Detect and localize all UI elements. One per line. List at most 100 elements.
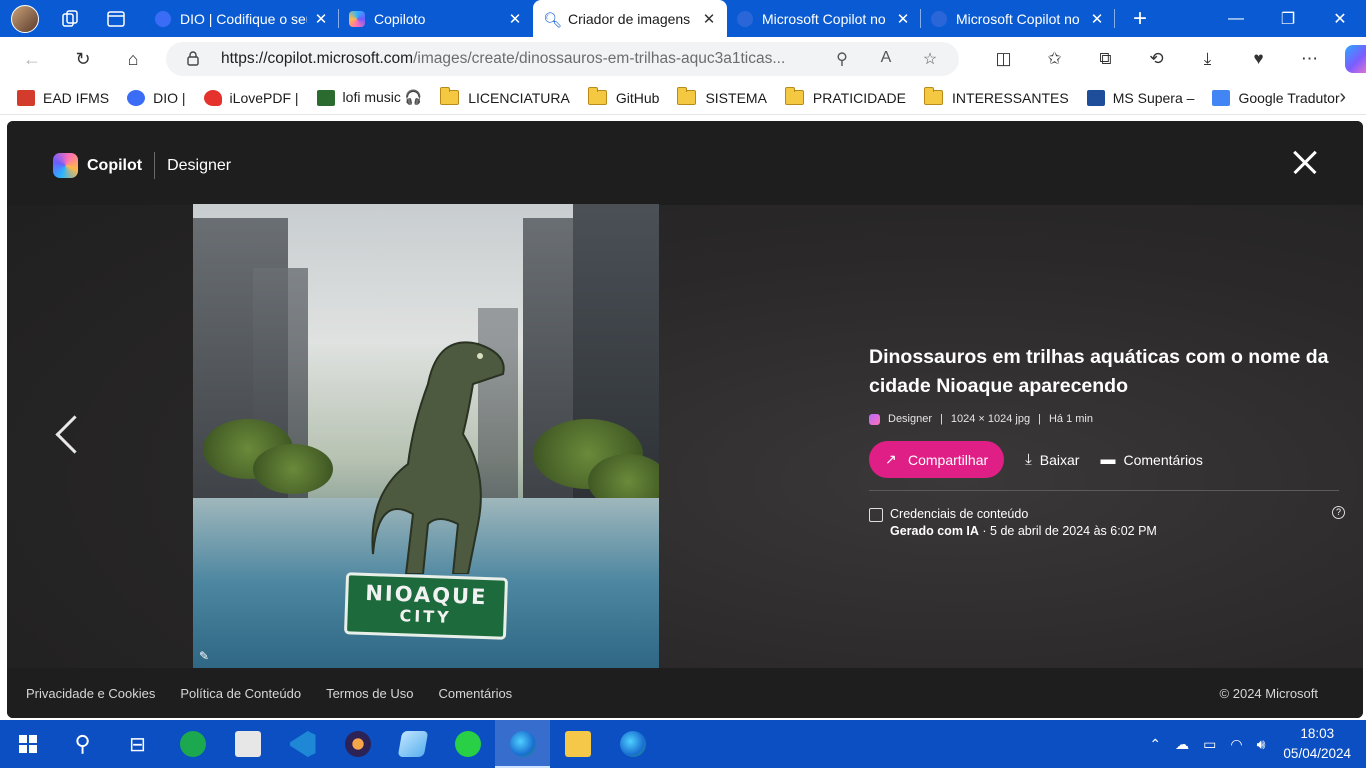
comments-button[interactable]: ▬ Comentários [1100,451,1202,468]
credentials-date: · 5 de abril de 2024 às 6:02 PM [982,524,1157,538]
evernote-app-icon[interactable] [165,720,220,768]
restore-icon[interactable]: ❐ [1262,0,1314,37]
favorites-bar: EAD IFMS DIO | iLovePDF | lofi music 🎧 L… [0,81,1366,115]
whatsapp-app-icon[interactable] [440,720,495,768]
close-tab-icon[interactable]: ✕ [1089,10,1105,28]
eclipse-app-icon[interactable] [330,720,385,768]
battery-icon[interactable]: ▭ [1203,736,1216,753]
lock-icon[interactable] [186,50,202,69]
profile-avatar[interactable] [11,4,39,33]
taskbar-search-icon[interactable]: ⚲ [55,720,110,768]
folder-sistema[interactable]: SISTEMA [677,87,767,106]
window-close-icon[interactable]: ✕ [1314,0,1366,37]
footer-link-feedback[interactable]: Comentários [438,686,512,701]
url-text[interactable]: https://copilot.microsoft.com/images/cre… [221,50,816,68]
meta-source: Designer [888,413,933,425]
home-icon[interactable]: ⌂ [121,47,145,71]
download-icon: ⤓ [1025,451,1032,468]
brand[interactable]: Copilot Designer [53,152,231,179]
tab-title: Criador de imagens [568,10,691,27]
folder-licenciatura[interactable]: LICENCIATURA [440,87,570,106]
vscode-app-icon[interactable] [275,720,330,768]
favorite-ead-ifms[interactable]: EAD IFMS [17,89,109,106]
copilot-sidebar-icon[interactable] [1345,45,1366,73]
volume-icon[interactable]: 🔊︎ [1257,736,1266,753]
notes-app-icon[interactable] [385,720,440,768]
close-tab-icon[interactable]: ✕ [507,10,523,28]
previous-image-chevron-icon[interactable] [55,414,79,454]
zoom-icon[interactable]: ⚲ [831,49,853,69]
wifi-icon[interactable]: ◠ [1230,736,1242,753]
content-credentials: Credenciais de conteúdo Gerado com IA · … [869,506,1345,540]
tab-copilot-bing-1[interactable]: Microsoft Copilot no Bing ✕ [727,0,921,37]
close-tab-icon[interactable]: ✕ [895,10,911,28]
close-viewer-icon[interactable] [1293,150,1317,174]
tab-copilot-bing-2[interactable]: Microsoft Copilot no Bing ✕ [921,0,1115,37]
tab-title: Microsoft Copilot no Bing [956,10,1083,27]
start-button[interactable] [0,720,55,768]
show-hidden-icons-chevron-icon[interactable]: ⌃ [1149,736,1161,753]
meta-time: Há 1 min [1048,413,1093,425]
product-name: Designer [167,156,232,174]
dio-icon [127,89,146,106]
collections-icon[interactable]: ⧉ [1080,49,1131,69]
clock[interactable]: 18:03 05/04/2024 [1283,724,1351,764]
favorite-lofi-music[interactable]: lofi music 🎧 [316,89,422,106]
tab-title: DIO | Codifique o seu futuro [180,10,307,27]
close-tab-icon[interactable]: ✕ [701,10,717,28]
split-screen-icon[interactable]: ◫ [978,49,1029,69]
help-icon[interactable]: ? [1332,506,1345,519]
share-button[interactable]: ↗ Compartilhar [869,441,1005,478]
downloads-icon[interactable]: ⤓ [1182,49,1233,69]
folder-github[interactable]: GitHub [587,87,659,106]
browser-essentials-icon[interactable]: ♥ [1233,49,1284,69]
credentials-label: Credenciais de conteúdo [890,507,1029,521]
window-controls: — ❐ ✕ [1210,0,1366,37]
browser-toolbar: ← ↻ ⌂ https://copilot.microsoft.com/imag… [0,37,1366,81]
folder-interessantes[interactable]: INTERESSANTES [924,87,1069,106]
workspaces-icon[interactable] [59,8,81,30]
favorite-ms-supera[interactable]: MS Supera – [1086,89,1194,106]
tab-criador-de-imagens[interactable]: 🔍︎ Criador de imagens ✕ [533,0,727,37]
folder-praticidade[interactable]: PRATICIDADE [784,87,906,106]
generated-image[interactable]: NIOAQUE CITY ✎ [193,204,659,668]
footer-link-terms[interactable]: Termos de Uso [326,686,413,701]
favorite-ilovepdf[interactable]: iLovePDF | [203,89,299,106]
folder-icon [587,87,607,105]
tab-dio[interactable]: DIO | Codifique o seu futuro ✕ [145,0,339,37]
more-options-icon[interactable]: ⋯ [1284,49,1335,69]
ilovepdf-icon [203,89,222,106]
divider [869,490,1339,491]
favorite-google-tradutor[interactable]: Google Tradutor [1212,89,1340,106]
brand-divider [154,152,156,179]
palm-shape [253,444,333,494]
file-explorer-app-icon[interactable] [550,720,605,768]
system-tray: ⌃ ☁ ▭ ◠ 🔊︎ 18:03 05/04/2024 [1149,720,1366,768]
edge-profile-app-icon[interactable] [495,720,550,768]
address-bar[interactable]: https://copilot.microsoft.com/images/cre… [166,42,959,76]
footer-link-content-policy[interactable]: Política de Conteúdo [180,686,301,701]
chevron-right-icon[interactable]: › [1339,86,1346,109]
back-arrow-icon[interactable]: ← [20,47,44,71]
favorite-dio[interactable]: DIO | [127,89,186,106]
footer-link-privacy[interactable]: Privacidade e Cookies [26,686,155,701]
calculator-app-icon[interactable] [220,720,275,768]
tab-actions-icon[interactable] [105,8,127,30]
tab-title: Copiloto [374,10,426,27]
minimize-icon[interactable]: — [1210,0,1262,37]
download-button[interactable]: ⤓ Baixar [1025,451,1079,468]
edge-app-icon[interactable] [605,720,660,768]
task-view-icon[interactable]: ⊟ [110,720,165,768]
close-tab-icon[interactable]: ✕ [313,10,329,28]
tab-copiloto[interactable]: Copiloto ✕ [339,0,533,37]
favorite-star-icon[interactable]: ☆ [919,49,941,69]
windows-logo-icon [18,735,37,753]
read-aloud-icon[interactable]: A [875,49,897,69]
tab-title: Microsoft Copilot no Bing [762,10,889,27]
new-tab-button[interactable]: + [1125,5,1155,33]
favorites-icon[interactable]: ✩ [1029,49,1080,69]
history-icon[interactable]: ⟲ [1131,49,1182,69]
viewer-footer: Privacidade e Cookies Política de Conteú… [7,668,1363,718]
refresh-icon[interactable]: ↻ [71,47,95,71]
onedrive-icon[interactable]: ☁ [1175,736,1189,753]
